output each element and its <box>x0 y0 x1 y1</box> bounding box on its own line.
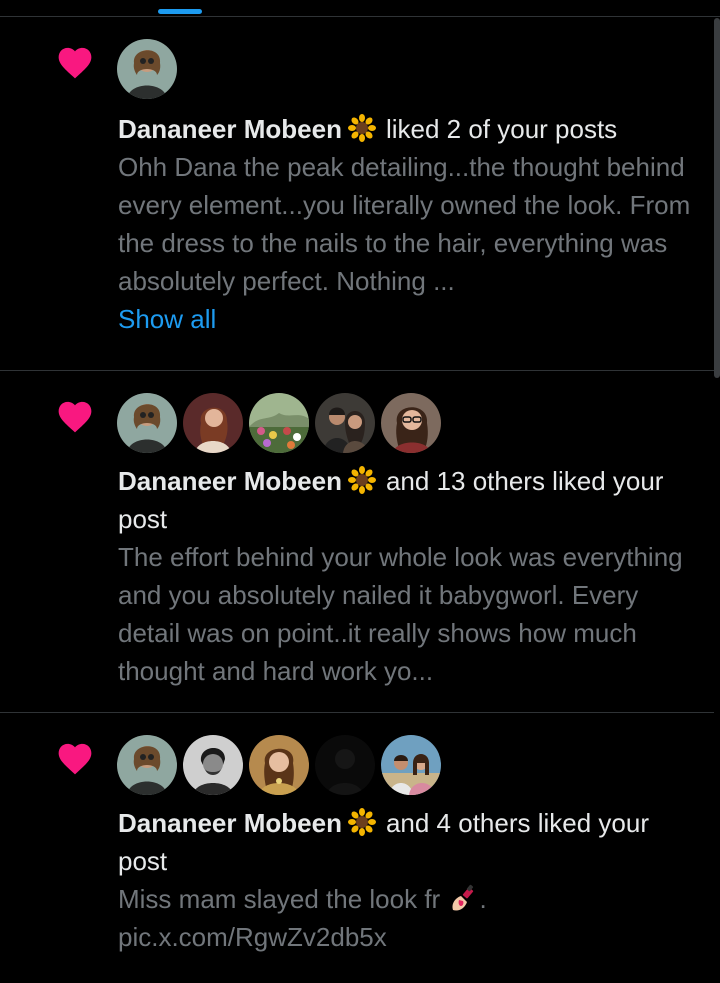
notification-headline: Dananeer Mobeen and 4 others liked your p… <box>118 804 696 880</box>
avatar[interactable] <box>117 39 177 99</box>
avatar[interactable] <box>381 393 441 453</box>
post-preview[interactable]: Ohh Dana the peak detailing...the though… <box>118 148 696 300</box>
avatar[interactable] <box>249 735 309 795</box>
avatar[interactable] <box>315 393 375 453</box>
user-name[interactable]: Dananeer Mobeen <box>118 466 342 496</box>
scrollbar[interactable] <box>714 18 720 378</box>
avatar[interactable] <box>315 735 375 795</box>
avatar[interactable] <box>183 735 243 795</box>
notification-item[interactable]: Dananeer Mobeen and 13 others liked your … <box>0 371 714 713</box>
avatar-group <box>117 39 177 101</box>
avatar[interactable] <box>183 393 243 453</box>
sunflower-emoji <box>347 114 376 142</box>
avatar[interactable] <box>249 393 309 453</box>
user-name[interactable]: Dananeer Mobeen <box>118 808 342 838</box>
active-tab-indicator <box>158 9 202 14</box>
heart-icon <box>58 401 92 433</box>
heart-icon <box>58 47 92 79</box>
avatar[interactable] <box>117 393 177 453</box>
avatar-group <box>117 393 441 455</box>
action-text: liked 2 of your posts <box>385 114 618 144</box>
notification-headline: Dananeer Mobeen and 13 others liked your … <box>118 462 696 538</box>
notification-item[interactable]: Dananeer Mobeen liked 2 of your posts Ohh… <box>0 17 714 371</box>
heart-icon <box>58 743 92 775</box>
notification-item[interactable]: Dananeer Mobeen and 4 others liked your p… <box>0 713 714 983</box>
preview-text: Miss mam slayed the look fr <box>118 884 448 914</box>
notification-content: Dananeer Mobeen liked 2 of your posts Ohh… <box>118 110 696 338</box>
notification-headline: Dananeer Mobeen liked 2 of your posts <box>118 110 696 148</box>
post-preview[interactable]: Miss mam slayed the look fr . pic.x.com/… <box>118 880 696 956</box>
avatar[interactable] <box>117 735 177 795</box>
show-all-link[interactable]: Show all <box>118 300 696 338</box>
notification-content: Dananeer Mobeen and 4 others liked your p… <box>118 804 696 956</box>
sunflower-emoji <box>347 466 376 494</box>
user-name[interactable]: Dananeer Mobeen <box>118 114 342 144</box>
post-preview[interactable]: The effort behind your whole look was ev… <box>118 538 696 690</box>
nail-polish-emoji <box>452 884 474 911</box>
sunflower-emoji <box>347 808 376 836</box>
avatar-group <box>117 735 441 797</box>
avatar[interactable] <box>381 735 441 795</box>
notification-content: Dananeer Mobeen and 13 others liked your … <box>118 462 696 690</box>
